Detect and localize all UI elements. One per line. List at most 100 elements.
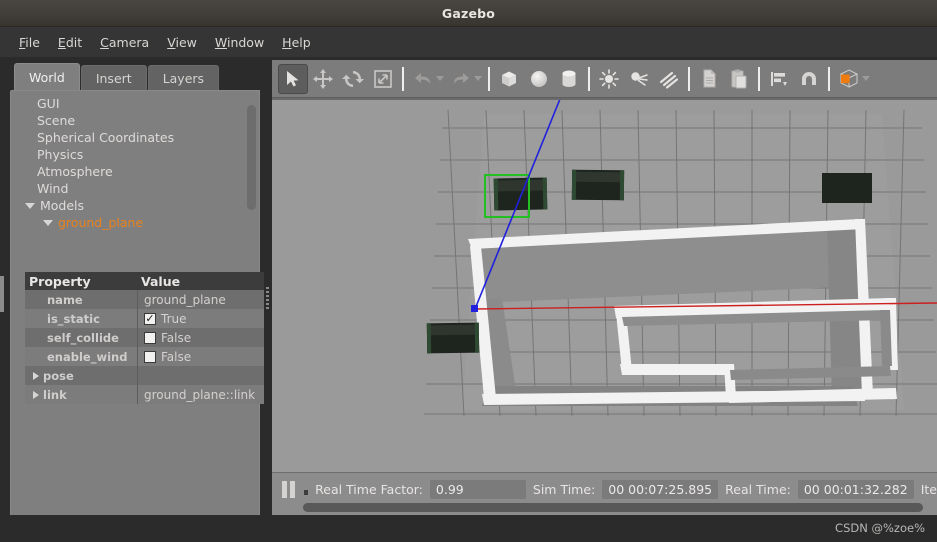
panel-splitter[interactable] bbox=[264, 57, 272, 542]
property-key-name: name bbox=[47, 292, 83, 307]
menu-window-mnemonic: W bbox=[214, 34, 227, 50]
tree-item-ground-plane-label: ground_plane bbox=[58, 215, 144, 230]
tree-item-physics[interactable]: Physics bbox=[11, 146, 259, 163]
view-angle-caret[interactable] bbox=[862, 76, 870, 81]
title-bar: Gazebo bbox=[0, 0, 937, 27]
property-key-link-label: link bbox=[43, 387, 67, 402]
tab-insert-label: Insert bbox=[95, 70, 132, 86]
splitter-grip[interactable] bbox=[266, 287, 269, 309]
toolbar-separator bbox=[758, 66, 760, 91]
tree-item-atmosphere[interactable]: Atmosphere bbox=[11, 163, 259, 180]
property-column-header: Property bbox=[29, 273, 91, 289]
align-icon bbox=[771, 71, 787, 86]
translate-mode-button[interactable] bbox=[308, 64, 338, 94]
tree-scrollbar[interactable] bbox=[247, 105, 256, 210]
pause-button[interactable] bbox=[282, 480, 295, 500]
copy-button[interactable] bbox=[694, 64, 724, 94]
tree-item-wind-label: Wind bbox=[37, 181, 69, 196]
table-row[interactable]: self_collide False bbox=[25, 328, 267, 347]
chevron-down-icon[interactable] bbox=[43, 219, 53, 226]
menu-edit-rest: dit bbox=[65, 34, 83, 50]
table-row[interactable]: name ground_plane bbox=[25, 290, 267, 309]
tree-item-ground-plane[interactable]: ground_plane bbox=[11, 214, 259, 231]
table-row[interactable]: is_static ✓ True bbox=[25, 309, 267, 328]
property-value-self-collide: False bbox=[137, 328, 267, 347]
insert-cylinder-button[interactable] bbox=[554, 64, 584, 94]
menu-help[interactable]: Help bbox=[273, 32, 320, 53]
undo-button[interactable] bbox=[408, 64, 438, 94]
property-value-link: ground_plane::link bbox=[137, 385, 267, 404]
menu-edit[interactable]: Edit bbox=[49, 32, 91, 53]
menu-window[interactable]: Window bbox=[206, 32, 273, 53]
sim-time-label: Sim Time: bbox=[532, 482, 596, 497]
property-key-link: link bbox=[25, 385, 137, 404]
menu-bar: File Edit Camera View Window Help bbox=[0, 27, 937, 57]
world-tree-panel: GUI Scene Spherical Coordinates Physics … bbox=[10, 90, 267, 542]
chevron-down-icon[interactable] bbox=[25, 202, 35, 209]
3d-viewport[interactable] bbox=[272, 98, 937, 472]
tree-item-scene[interactable]: Scene bbox=[11, 112, 259, 129]
property-key-pose-label: pose bbox=[43, 368, 74, 383]
toolbar-separator bbox=[828, 66, 830, 91]
spot-light-icon bbox=[631, 71, 648, 86]
menu-file[interactable]: File bbox=[10, 32, 49, 53]
scrollbar-thumb[interactable] bbox=[303, 503, 923, 512]
status-horizontal-scrollbar[interactable] bbox=[280, 503, 930, 512]
insert-point-light-button[interactable] bbox=[594, 64, 624, 94]
tab-layers[interactable]: Layers bbox=[147, 65, 220, 90]
table-row[interactable]: pose bbox=[25, 366, 267, 385]
step-button[interactable] bbox=[304, 490, 309, 495]
scale-mode-button[interactable] bbox=[368, 64, 398, 94]
rotate-mode-button[interactable] bbox=[338, 64, 368, 94]
tree-item-spherical-coordinates[interactable]: Spherical Coordinates bbox=[11, 129, 259, 146]
tree-item-spherical-coordinates-label: Spherical Coordinates bbox=[37, 130, 175, 145]
iterations-label: Ite bbox=[920, 482, 937, 497]
scene-render[interactable] bbox=[272, 98, 937, 472]
property-value-is-static-label: True bbox=[161, 311, 187, 326]
tab-insert[interactable]: Insert bbox=[80, 65, 147, 90]
menu-view-rest: iew bbox=[175, 34, 197, 50]
menu-view[interactable]: View bbox=[158, 32, 206, 53]
select-mode-button[interactable] bbox=[278, 63, 308, 94]
insert-spot-light-button[interactable] bbox=[624, 64, 654, 94]
tree-item-wind[interactable]: Wind bbox=[11, 180, 259, 197]
checkbox-self-collide[interactable] bbox=[144, 331, 156, 344]
undo-history-caret[interactable] bbox=[436, 76, 444, 81]
toolbar-separator bbox=[488, 66, 490, 91]
checkbox-enable-wind[interactable] bbox=[144, 350, 156, 363]
paste-icon bbox=[731, 69, 747, 88]
redo-history-caret[interactable] bbox=[474, 76, 482, 81]
insert-sphere-button[interactable] bbox=[524, 64, 554, 94]
checkbox-is-static[interactable]: ✓ bbox=[144, 312, 156, 325]
table-row[interactable]: link ground_plane::link bbox=[25, 385, 267, 404]
insert-directional-light-button[interactable] bbox=[654, 64, 684, 94]
tab-world[interactable]: World bbox=[14, 63, 80, 90]
menu-camera-mnemonic: C bbox=[100, 34, 109, 50]
view-angle-button[interactable] bbox=[834, 64, 864, 94]
tree-item-models[interactable]: Models bbox=[11, 197, 259, 214]
paste-button[interactable] bbox=[724, 64, 754, 94]
cursor-arrow-icon bbox=[287, 70, 299, 86]
toolbar-separator bbox=[402, 66, 404, 91]
property-key-enable-wind: enable_wind bbox=[47, 349, 128, 364]
status-bar: Real Time Factor: 0.99 Sim Time: 00 00:0… bbox=[272, 472, 937, 515]
real-time-factor-value: 0.99 bbox=[429, 480, 526, 499]
property-value-self-collide-label: False bbox=[161, 330, 192, 345]
chevron-right-icon[interactable] bbox=[33, 390, 39, 399]
menu-camera[interactable]: Camera bbox=[91, 32, 158, 53]
status-row: Real Time Factor: 0.99 Sim Time: 00 00:0… bbox=[272, 473, 937, 506]
toolbar-separator bbox=[688, 66, 690, 91]
gazebo-window: Gazebo File Edit Camera View Window Help… bbox=[0, 0, 937, 542]
property-key-self-collide: self_collide bbox=[47, 330, 119, 345]
real-time-value: 00 00:01:32.282 bbox=[797, 480, 914, 499]
property-table-header: Property Value bbox=[25, 272, 267, 290]
tree-item-gui[interactable]: GUI bbox=[11, 95, 259, 112]
snap-button[interactable] bbox=[794, 64, 824, 94]
align-button[interactable] bbox=[764, 64, 794, 94]
panel-tab-row: World Insert Layers bbox=[14, 63, 220, 90]
insert-box-button[interactable] bbox=[494, 64, 524, 94]
rotate-icon bbox=[342, 70, 364, 87]
chevron-right-icon[interactable] bbox=[33, 371, 39, 380]
table-row[interactable]: enable_wind False bbox=[25, 347, 267, 366]
redo-button[interactable] bbox=[446, 64, 476, 94]
